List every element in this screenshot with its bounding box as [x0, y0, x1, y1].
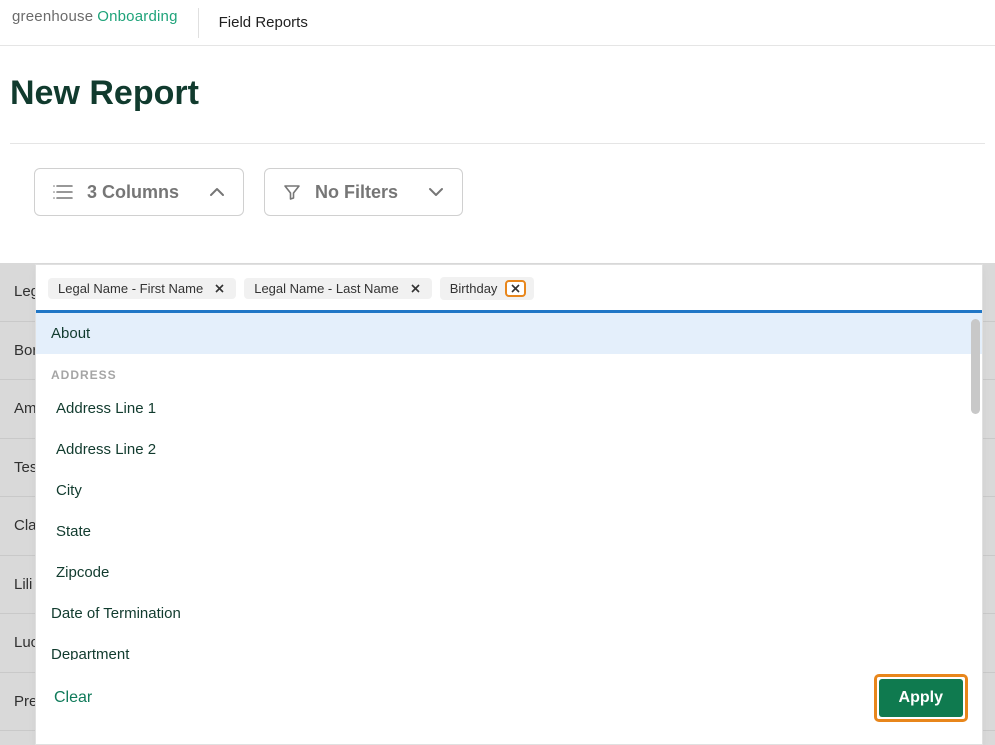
selected-chip: Legal Name - First Name	[48, 278, 236, 299]
option-item[interactable]: About	[36, 313, 982, 354]
option-item[interactable]: Department	[36, 634, 982, 660]
columns-icon	[53, 184, 73, 200]
apply-button[interactable]: Apply	[879, 679, 963, 717]
option-item[interactable]: Date of Termination	[36, 593, 982, 634]
option-item[interactable]: Address Line 1	[36, 388, 982, 429]
option-item[interactable]: City	[36, 470, 982, 511]
chip-remove-icon[interactable]	[505, 280, 526, 297]
logo-left: greenhouse	[12, 8, 93, 25]
panel-footer: Clear Apply	[36, 660, 982, 744]
chip-label: Legal Name - First Name	[58, 281, 203, 296]
scrollbar-thumb[interactable]	[971, 319, 980, 414]
columns-button[interactable]: 3 Columns	[34, 168, 244, 216]
chip-remove-icon[interactable]	[407, 282, 424, 295]
option-item[interactable]: State	[36, 511, 982, 552]
apply-highlight: Apply	[874, 674, 968, 722]
controls-bar: 3 Columns No Filters	[0, 144, 995, 240]
chip-remove-icon[interactable]	[211, 282, 228, 295]
selected-chip: Legal Name - Last Name	[244, 278, 432, 299]
chip-label: Birthday	[450, 281, 498, 296]
options-list[interactable]: AboutADDRESSAddress Line 1Address Line 2…	[36, 313, 982, 660]
filters-button[interactable]: No Filters	[264, 168, 463, 216]
selected-chips-row: Legal Name - First Name Legal Name - Last…	[36, 265, 982, 313]
clear-button[interactable]: Clear	[50, 683, 96, 713]
filter-icon	[283, 183, 301, 201]
section-title[interactable]: Field Reports	[219, 14, 308, 31]
filters-label: No Filters	[315, 182, 398, 203]
column-picker-panel: Legal Name - First Name Legal Name - Last…	[35, 264, 983, 745]
chevron-down-icon	[428, 187, 444, 197]
chevron-up-icon	[209, 187, 225, 197]
chip-label: Legal Name - Last Name	[254, 281, 399, 296]
columns-label: 3 Columns	[87, 182, 179, 203]
selected-chip: Birthday	[440, 277, 535, 300]
page-title: New Report	[0, 46, 995, 143]
option-item[interactable]: Address Line 2	[36, 429, 982, 470]
app-header: greenhouse Onboarding Field Reports	[0, 0, 995, 46]
scrollbar[interactable]	[971, 319, 980, 669]
logo[interactable]: greenhouse Onboarding	[12, 8, 199, 38]
option-group-header: ADDRESS	[36, 354, 982, 388]
logo-right: Onboarding	[97, 8, 177, 25]
option-item[interactable]: Zipcode	[36, 552, 982, 593]
